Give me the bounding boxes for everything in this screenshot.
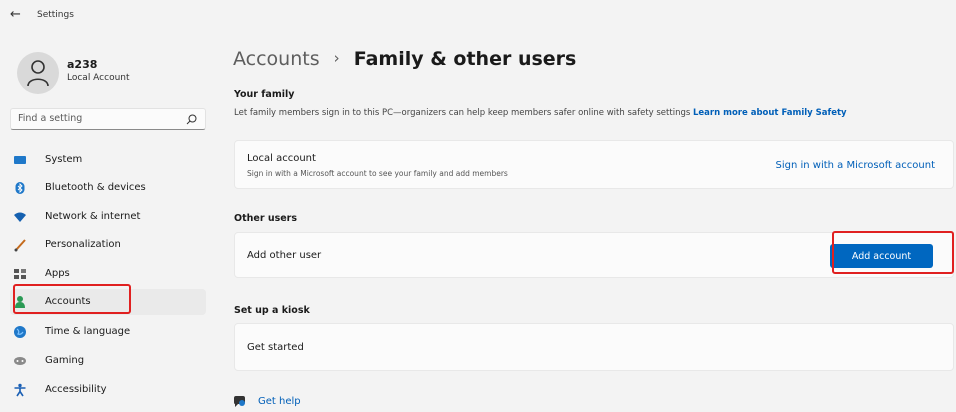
sidebar-item-label: Apps: [45, 268, 70, 279]
avatar[interactable]: [17, 52, 59, 94]
sidebar-item-system[interactable]: System: [10, 147, 206, 173]
get-help-link[interactable]: Get help: [258, 396, 301, 407]
kiosk-card[interactable]: Get started: [234, 323, 954, 371]
get-started-label: Get started: [247, 342, 304, 353]
local-account-card: Local account Sign in with a Microsoft a…: [234, 140, 954, 189]
globe-icon: [14, 326, 26, 338]
search-icon[interactable]: [186, 114, 197, 125]
annotation-highlight-accounts: [13, 284, 131, 314]
account-type: Local Account: [67, 73, 130, 83]
apps-icon: [14, 269, 26, 279]
sidebar-item-accessibility[interactable]: Accessibility: [10, 377, 206, 403]
sidebar-item-personalization[interactable]: Personalization: [10, 232, 206, 258]
sidebar-item-label: Gaming: [45, 355, 85, 366]
breadcrumb-separator-icon: ›: [333, 49, 340, 67]
title-bar: ← Settings: [0, 0, 956, 30]
accessibility-icon: [14, 383, 26, 397]
family-description-text: Let family members sign in to this PC—or…: [234, 108, 691, 118]
sidebar-item-label: System: [45, 154, 83, 165]
brush-icon: [14, 239, 26, 252]
section-kiosk: Set up a kiosk: [234, 305, 310, 316]
help-icon[interactable]: [233, 396, 247, 408]
sidebar-item-label: Network & internet: [45, 211, 141, 222]
local-account-subtitle: Sign in with a Microsoft account to see …: [247, 169, 508, 178]
add-other-user-label: Add other user: [247, 250, 322, 261]
annotation-highlight-add-account: [832, 231, 954, 274]
search-input[interactable]: [18, 113, 178, 124]
back-button[interactable]: ←: [10, 7, 21, 22]
sidebar-item-time-language[interactable]: Time & language: [10, 319, 206, 345]
sidebar-item-label: Time & language: [45, 326, 131, 337]
breadcrumb-parent[interactable]: Accounts: [233, 48, 320, 70]
search-box[interactable]: [10, 108, 206, 130]
sidebar-item-gaming[interactable]: Gaming: [10, 348, 206, 374]
sidebar-item-label: Bluetooth & devices: [45, 182, 146, 193]
section-your-family: Your family: [234, 89, 295, 100]
app-title: Settings: [37, 10, 74, 20]
local-account-title: Local account: [247, 153, 316, 164]
gaming-icon: [14, 357, 26, 365]
page-title: Family & other users: [353, 48, 577, 70]
sidebar-item-label: Personalization: [45, 239, 121, 250]
breadcrumb: Accounts › Family & other users: [233, 48, 576, 70]
section-other-users: Other users: [234, 213, 298, 224]
network-icon: [14, 212, 26, 222]
sidebar-item-bluetooth[interactable]: Bluetooth & devices: [10, 175, 206, 201]
family-description: Let family members sign in to this PC—or…: [234, 108, 847, 118]
sidebar-item-label: Accessibility: [45, 384, 107, 395]
bluetooth-icon: [15, 182, 25, 194]
user-name: a238: [67, 58, 98, 71]
learn-more-family-safety-link[interactable]: Learn more about Family Safety: [693, 108, 847, 118]
sidebar-item-network[interactable]: Network & internet: [10, 204, 206, 230]
person-icon: [27, 60, 49, 87]
sign-in-microsoft-link[interactable]: Sign in with a Microsoft account: [775, 160, 935, 171]
system-icon: [14, 156, 26, 164]
